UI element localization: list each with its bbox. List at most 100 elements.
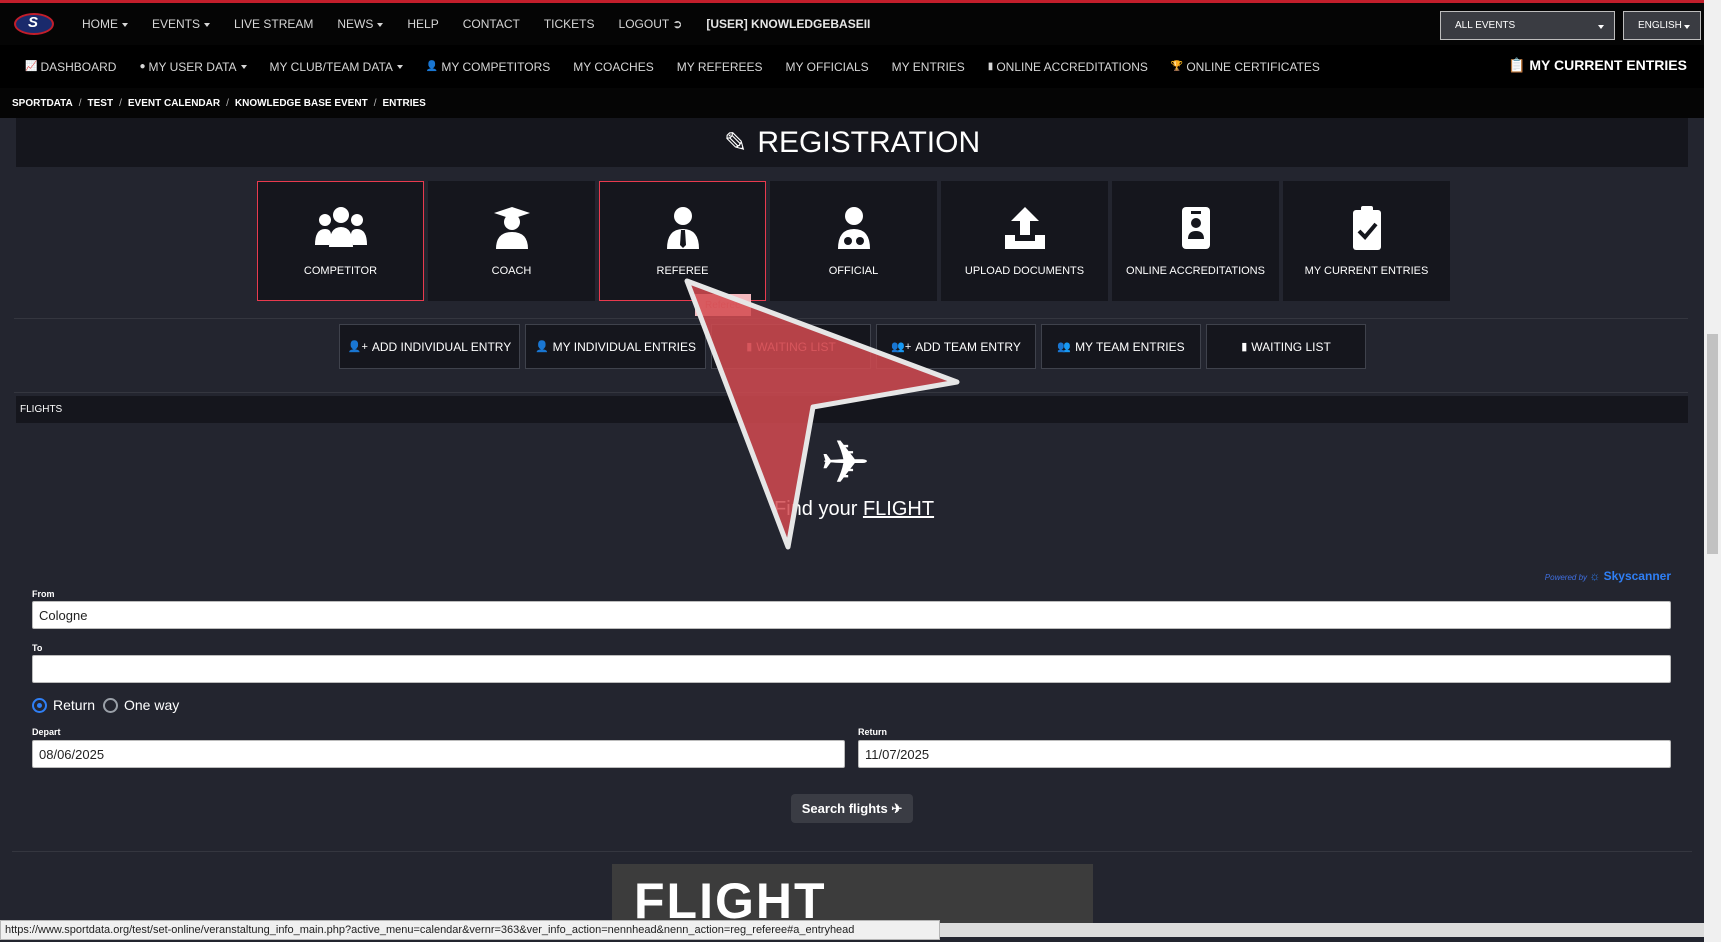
tile-online-accreditations[interactable]: ONLINE ACCREDITATIONS <box>1112 181 1279 301</box>
subnav-my-user-data[interactable]: ● MY USER DATA <box>139 59 247 74</box>
from-input[interactable]: Cologne <box>32 601 1671 629</box>
tile-coach[interactable]: COACH <box>428 181 595 301</box>
add-team-entry-button[interactable]: 👥+ ADD TEAM ENTRY <box>876 324 1036 369</box>
chart-icon: 📈 <box>25 61 38 72</box>
divider <box>14 392 1688 393</box>
powered-by-skyscanner[interactable]: Powered by ☼ Skyscanner <box>1545 569 1671 583</box>
subnav-dashboard[interactable]: 📈 DASHBOARD <box>25 60 116 74</box>
tile-upload-documents-label: UPLOAD DOCUMENTS <box>964 265 1085 277</box>
breadcrumb: SPORTDATA / TEST / EVENT CALENDAR / KNOWLED… <box>0 88 1721 118</box>
nav-help[interactable]: HELP <box>407 17 438 31</box>
sportdata-logo[interactable] <box>14 13 54 35</box>
breadcrumb-item[interactable]: KNOWLEDGE BASE EVENT <box>235 98 368 109</box>
to-input[interactable] <box>32 655 1671 683</box>
chevron-down-icon <box>122 22 128 27</box>
return-date-input[interactable]: 11/07/2025 <box>858 740 1671 768</box>
chevron-down-icon <box>1598 25 1604 29</box>
nav-events-label: EVENTS <box>152 17 201 31</box>
nav-home-label: HOME <box>82 17 118 31</box>
search-flights-button[interactable]: Search flights ✈ <box>791 794 913 823</box>
nav-tickets[interactable]: TICKETS <box>544 17 595 31</box>
horizontal-scrollbar[interactable] <box>940 923 1704 937</box>
clipboard-icon: 📋 <box>1508 57 1526 73</box>
tile-online-accreditations-label: ONLINE ACCREDITATIONS <box>1126 265 1265 277</box>
events-select-value: ALL EVENTS <box>1455 20 1516 31</box>
my-individual-entries-button[interactable]: 👤 MY INDIVIDUAL ENTRIES <box>525 324 706 369</box>
tile-referee-label: REFEREE <box>656 265 709 277</box>
nav-live-stream[interactable]: LIVE STREAM <box>234 17 313 31</box>
scrollbar-thumb[interactable] <box>1707 334 1718 554</box>
subnav-my-competitors[interactable]: 👤 MY COMPETITORS <box>426 60 550 74</box>
plane-icon: ✈ <box>891 800 903 816</box>
breadcrumb-separator: / <box>373 97 377 109</box>
edit-icon: ✎ <box>723 127 748 158</box>
one-way-radio[interactable]: One way <box>103 697 179 713</box>
logout-icon: ➲ <box>672 17 683 31</box>
breadcrumb-separator: / <box>78 97 82 109</box>
tile-upload-documents[interactable]: UPLOAD DOCUMENTS <box>941 181 1108 301</box>
return-date-label: Return <box>858 727 887 737</box>
users-plus-icon: 👥+ <box>891 341 912 353</box>
breadcrumb-item: ENTRIES <box>382 97 426 109</box>
users-icon: 👥 <box>1057 341 1072 353</box>
breadcrumb-item[interactable]: EVENT CALENDAR <box>128 98 220 109</box>
from-label: From <box>32 589 55 599</box>
tile-competitor-label: COMPETITOR <box>303 265 378 277</box>
flight-banner-image[interactable]: FLIGHT <box>612 864 1093 924</box>
nav-news[interactable]: NEWS <box>337 17 384 31</box>
nav-home[interactable]: HOME <box>82 17 128 31</box>
nav-logout[interactable]: LOGOUT ➲ <box>619 17 683 31</box>
provider-name: Skyscanner <box>1603 569 1671 583</box>
waiting-list-individual-button[interactable]: ▮ WAITING LIST <box>711 324 871 369</box>
clipboard-check-icon <box>1352 206 1381 250</box>
my-team-entries-button[interactable]: 👥 MY TEAM ENTRIES <box>1041 324 1201 369</box>
subnav-my-club-team-data[interactable]: MY CLUB/TEAM DATA <box>270 60 403 74</box>
breadcrumb-item[interactable]: TEST <box>88 98 114 109</box>
nav-events[interactable]: EVENTS <box>152 17 211 31</box>
my-team-entries-label: MY TEAM ENTRIES <box>1075 339 1185 354</box>
users-icon <box>314 207 367 247</box>
tile-official[interactable]: OFFICIAL <box>770 181 937 301</box>
subnav-my-entries[interactable]: MY ENTRIES <box>892 60 965 74</box>
divider <box>14 318 1688 319</box>
chevron-down-icon <box>396 64 403 69</box>
my-current-entries-link[interactable]: 📋 MY CURRENT ENTRIES <box>1508 57 1687 74</box>
graduation-cap-icon <box>493 207 530 249</box>
user-icon: 👤 <box>534 341 549 353</box>
tile-referee[interactable]: REFEREE <box>599 181 766 301</box>
depart-label: Depart <box>32 727 61 737</box>
user-navbar: 📈 DASHBOARD ● MY USER DATA MY CLUB/TEAM DA… <box>0 45 1721 88</box>
tile-my-current-entries[interactable]: MY CURRENT ENTRIES <box>1283 181 1450 301</box>
subnav-online-accreditations-label: ONLINE ACCREDITATIONS <box>996 59 1148 74</box>
chevron-down-icon <box>1684 25 1690 29</box>
registration-title: REGISTRATION <box>757 125 981 159</box>
waiting-list-team-button[interactable]: ▮ WAITING LIST <box>1206 324 1366 369</box>
depart-date-input[interactable]: 08/06/2025 <box>32 740 845 768</box>
flights-section-header: FLIGHTS <box>16 396 1688 423</box>
user-icon: 👤 <box>425 61 439 72</box>
vertical-scrollbar[interactable] <box>1704 0 1721 942</box>
subnav-online-accreditations[interactable]: ▮ ONLINE ACCREDITATIONS <box>988 60 1148 74</box>
status-bar-url: https://www.sportdata.org/test/set-onlin… <box>0 920 940 940</box>
return-radio[interactable]: Return <box>32 697 95 713</box>
nav-user[interactable]: [USER] KNOWLEDGEBASEII <box>706 17 870 31</box>
nav-contact[interactable]: CONTACT <box>463 17 520 31</box>
tile-official-label: OFFICIAL <box>828 265 879 277</box>
registration-header: ✎ REGISTRATION <box>16 118 1688 167</box>
events-select[interactable]: ALL EVENTS <box>1440 11 1615 40</box>
airplane-icon: ✈ <box>820 429 871 496</box>
clipboard-icon: ▮ <box>746 341 753 353</box>
subnav-my-user-data-label: MY USER DATA <box>148 59 237 74</box>
language-select[interactable]: ENGLISH <box>1623 11 1701 40</box>
subnav-my-coaches[interactable]: MY COACHES <box>573 60 653 74</box>
nav-logout-label: LOGOUT <box>618 17 669 31</box>
breadcrumb-item[interactable]: SPORTDATA <box>12 98 73 109</box>
tile-competitor[interactable]: COMPETITOR <box>257 181 424 301</box>
add-individual-entry-button[interactable]: 👤+ ADD INDIVIDUAL ENTRY <box>339 324 520 369</box>
subnav-my-officials[interactable]: MY OFFICIALS <box>786 60 869 74</box>
radio-selected-icon <box>32 697 47 713</box>
subnav-my-referees[interactable]: MY REFEREES <box>677 60 763 74</box>
find-flight-link[interactable]: FLIGHT <box>863 498 934 520</box>
user-circle-icon: ● <box>139 61 146 72</box>
subnav-online-certificates[interactable]: 🏆 ONLINE CERTIFICATES <box>1171 60 1320 74</box>
